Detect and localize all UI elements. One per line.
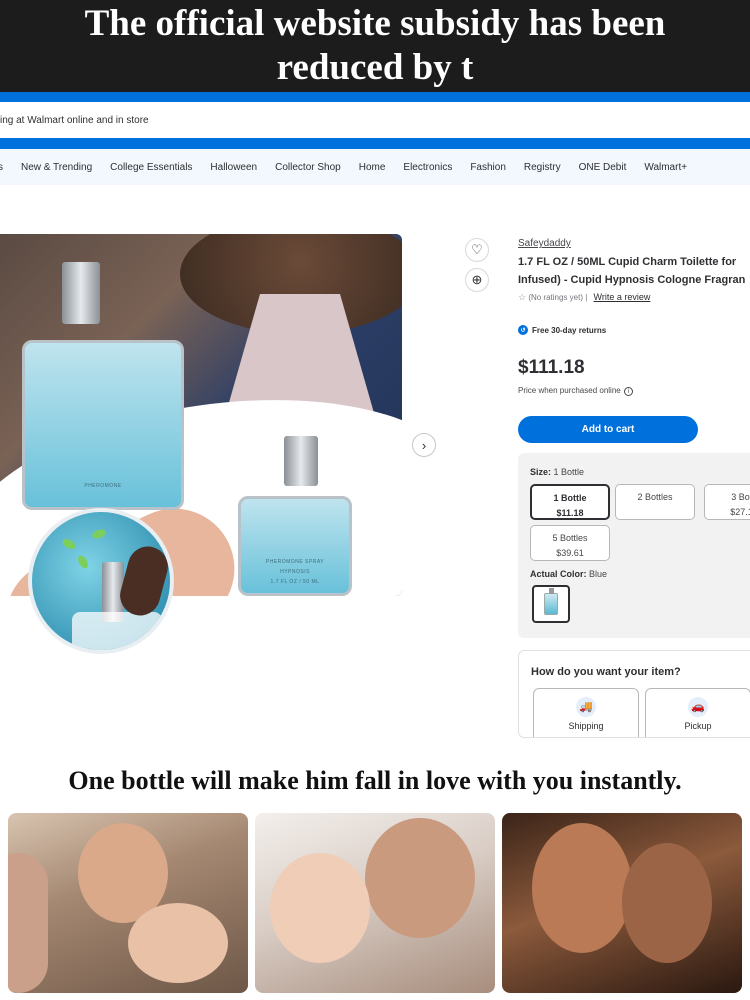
header-blue-stripe — [0, 92, 750, 102]
header-blue-stripe-2 — [0, 138, 750, 149]
nav-item-fashion[interactable]: Fashion — [470, 162, 506, 173]
inset-bottle — [72, 612, 162, 650]
product-details: Safeydaddy 1.7 FL OZ / 50ML Cupid Charm … — [518, 238, 750, 303]
fulfilment-options: How do you want your item? 🚚 Shipping 🚗 … — [518, 650, 750, 738]
product-title-line-1: 1.7 FL OZ / 50ML Cupid Charm Toilette fo… — [518, 256, 737, 268]
face — [128, 903, 228, 983]
shipping-option[interactable]: 🚚 Shipping — [533, 688, 639, 737]
size-option-name: 1 Bottle — [553, 493, 587, 503]
zoom-icon[interactable]: ⊕ — [465, 268, 489, 292]
truck-icon: 🚚 — [576, 697, 596, 717]
nav-item[interactable]: s — [0, 162, 3, 173]
face — [365, 818, 475, 938]
star-icon: ☆ — [518, 292, 527, 302]
size-option-price: $11.18 — [556, 508, 584, 518]
bottle-thumbnail — [544, 588, 558, 615]
pickup-label: Pickup — [684, 721, 712, 731]
color-label: Actual Color: Blue — [530, 569, 607, 579]
delivery-question: How do you want your item? — [531, 666, 681, 678]
face — [622, 843, 712, 963]
leaf-icon — [60, 537, 78, 551]
variant-options: Size: 1 Bottle 1 Bottle $11.18 2 Bottles… — [518, 453, 750, 638]
finger — [115, 542, 170, 620]
couple-photo-1 — [8, 813, 248, 993]
face — [270, 853, 370, 963]
headline-banner: The official website subsidy has been re… — [0, 0, 750, 92]
nav-item-walmart-plus[interactable]: Walmart+ — [644, 162, 687, 173]
returns-text: Free 30-day returns — [532, 325, 607, 335]
size-option-name: 2 Bottles — [637, 492, 673, 502]
price: $111.18 — [518, 357, 585, 378]
size-label-key: Size: — [530, 467, 552, 477]
small-bottle-label-3: 1.7 FL OZ / 50 ML — [270, 579, 320, 585]
couple-photo-2 — [255, 813, 495, 993]
size-option-2-bottles[interactable]: 2 Bottles — [615, 484, 695, 520]
nav-item-home[interactable]: Home — [359, 162, 386, 173]
category-nav: s New & Trending College Essentials Hall… — [0, 149, 750, 185]
face — [532, 823, 632, 953]
nav-item-college-essentials[interactable]: College Essentials — [110, 162, 192, 173]
leaf-icon — [76, 553, 90, 571]
nav-item-electronics[interactable]: Electronics — [403, 162, 452, 173]
size-option-name: 5 Bottles — [552, 533, 588, 543]
brand-link[interactable]: Safeydaddy — [518, 238, 750, 249]
size-label-value: 1 Bottle — [553, 467, 585, 477]
size-option-3-bottles[interactable]: 3 Bottl $27.13 — [704, 484, 750, 520]
nav-item-new-trending[interactable]: New & Trending — [21, 162, 92, 173]
small-bottle-label-2: HYPNOSIS — [280, 569, 310, 575]
promo-text[interactable]: ing at Walmart online and in store — [0, 115, 149, 126]
promo-bar: ing at Walmart online and in store — [0, 102, 750, 138]
size-label: Size: 1 Bottle — [530, 467, 584, 477]
price-note-text: Price when purchased online — [518, 386, 621, 395]
size-option-price: $27.13 — [730, 507, 750, 517]
price-note: Price when purchased online i — [518, 386, 633, 396]
size-option-price: $39.61 — [556, 548, 584, 558]
color-swatch-blue[interactable] — [532, 585, 570, 623]
arm — [8, 853, 48, 993]
returns-icon: ↺ — [518, 325, 528, 335]
free-returns[interactable]: ↺ Free 30-day returns — [518, 325, 606, 335]
large-bottle-cap — [62, 262, 100, 324]
couple-photo-3 — [502, 813, 742, 993]
size-option-1-bottle[interactable]: 1 Bottle $11.18 — [530, 484, 610, 520]
ratings-text: (No ratings yet) — [528, 293, 583, 302]
inset-spray-circle — [28, 508, 174, 654]
large-bottle-label: PHEROMONE — [84, 483, 122, 489]
car-icon: 🚗 — [688, 697, 708, 717]
nav-item-halloween[interactable]: Halloween — [210, 162, 257, 173]
nav-item-collector-shop[interactable]: Collector Shop — [275, 162, 341, 173]
nav-item-one-debit[interactable]: ONE Debit — [579, 162, 627, 173]
favorite-heart-icon[interactable]: ♡ — [465, 238, 489, 262]
small-bottle-label-1: PHEROMONE SPRAY — [265, 559, 325, 565]
small-bottle-cap — [284, 436, 318, 486]
small-bottle: PHEROMONE SPRAY HYPNOSIS 1.7 FL OZ / 50 … — [238, 496, 352, 596]
color-label-value: Blue — [589, 569, 608, 579]
ratings-row: ☆ (No ratings yet) | Write a review — [518, 292, 651, 302]
product-title-line-2: Infused) - Cupid Hypnosis Cologne Fragra… — [518, 274, 746, 286]
headline-text: The official website subsidy has been re… — [84, 3, 666, 88]
add-to-cart-button[interactable]: Add to cart — [518, 416, 698, 443]
write-review-link[interactable]: Write a review — [594, 292, 651, 302]
leaf-icon — [91, 527, 107, 541]
size-option-5-bottles[interactable]: 5 Bottles $39.61 — [530, 525, 610, 561]
nav-item-registry[interactable]: Registry — [524, 162, 561, 173]
shipping-label: Shipping — [568, 721, 604, 731]
size-option-name: 3 Bottl — [731, 492, 750, 502]
tagline: One bottle will make him fall in love wi… — [68, 766, 682, 795]
pickup-option[interactable]: 🚗 Pickup — [645, 688, 750, 737]
color-label-key: Actual Color: — [530, 569, 587, 579]
info-icon[interactable]: i — [623, 387, 633, 396]
next-image-chevron-right-icon[interactable]: › — [412, 433, 436, 457]
large-bottle: PHEROMONE — [22, 340, 184, 510]
